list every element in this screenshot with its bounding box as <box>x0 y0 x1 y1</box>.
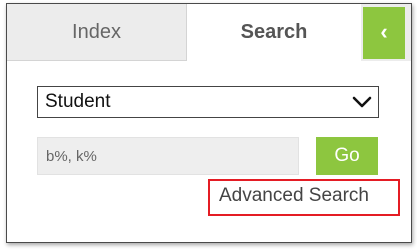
go-button[interactable]: Go <box>316 137 378 175</box>
collapse-panel-button[interactable]: ‹ <box>363 7 405 59</box>
tab-index[interactable]: Index <box>7 4 187 61</box>
search-type-selected-value: Student <box>45 91 111 112</box>
tab-search[interactable]: Search <box>187 4 361 61</box>
advanced-search-link[interactable]: Advanced Search <box>219 184 369 208</box>
chevron-down-icon <box>352 96 372 108</box>
search-type-select[interactable]: Student <box>37 86 379 118</box>
tab-bar: Index Search ‹ <box>7 4 411 61</box>
chevron-left-icon: ‹ <box>380 19 388 44</box>
search-input[interactable] <box>37 137 299 175</box>
